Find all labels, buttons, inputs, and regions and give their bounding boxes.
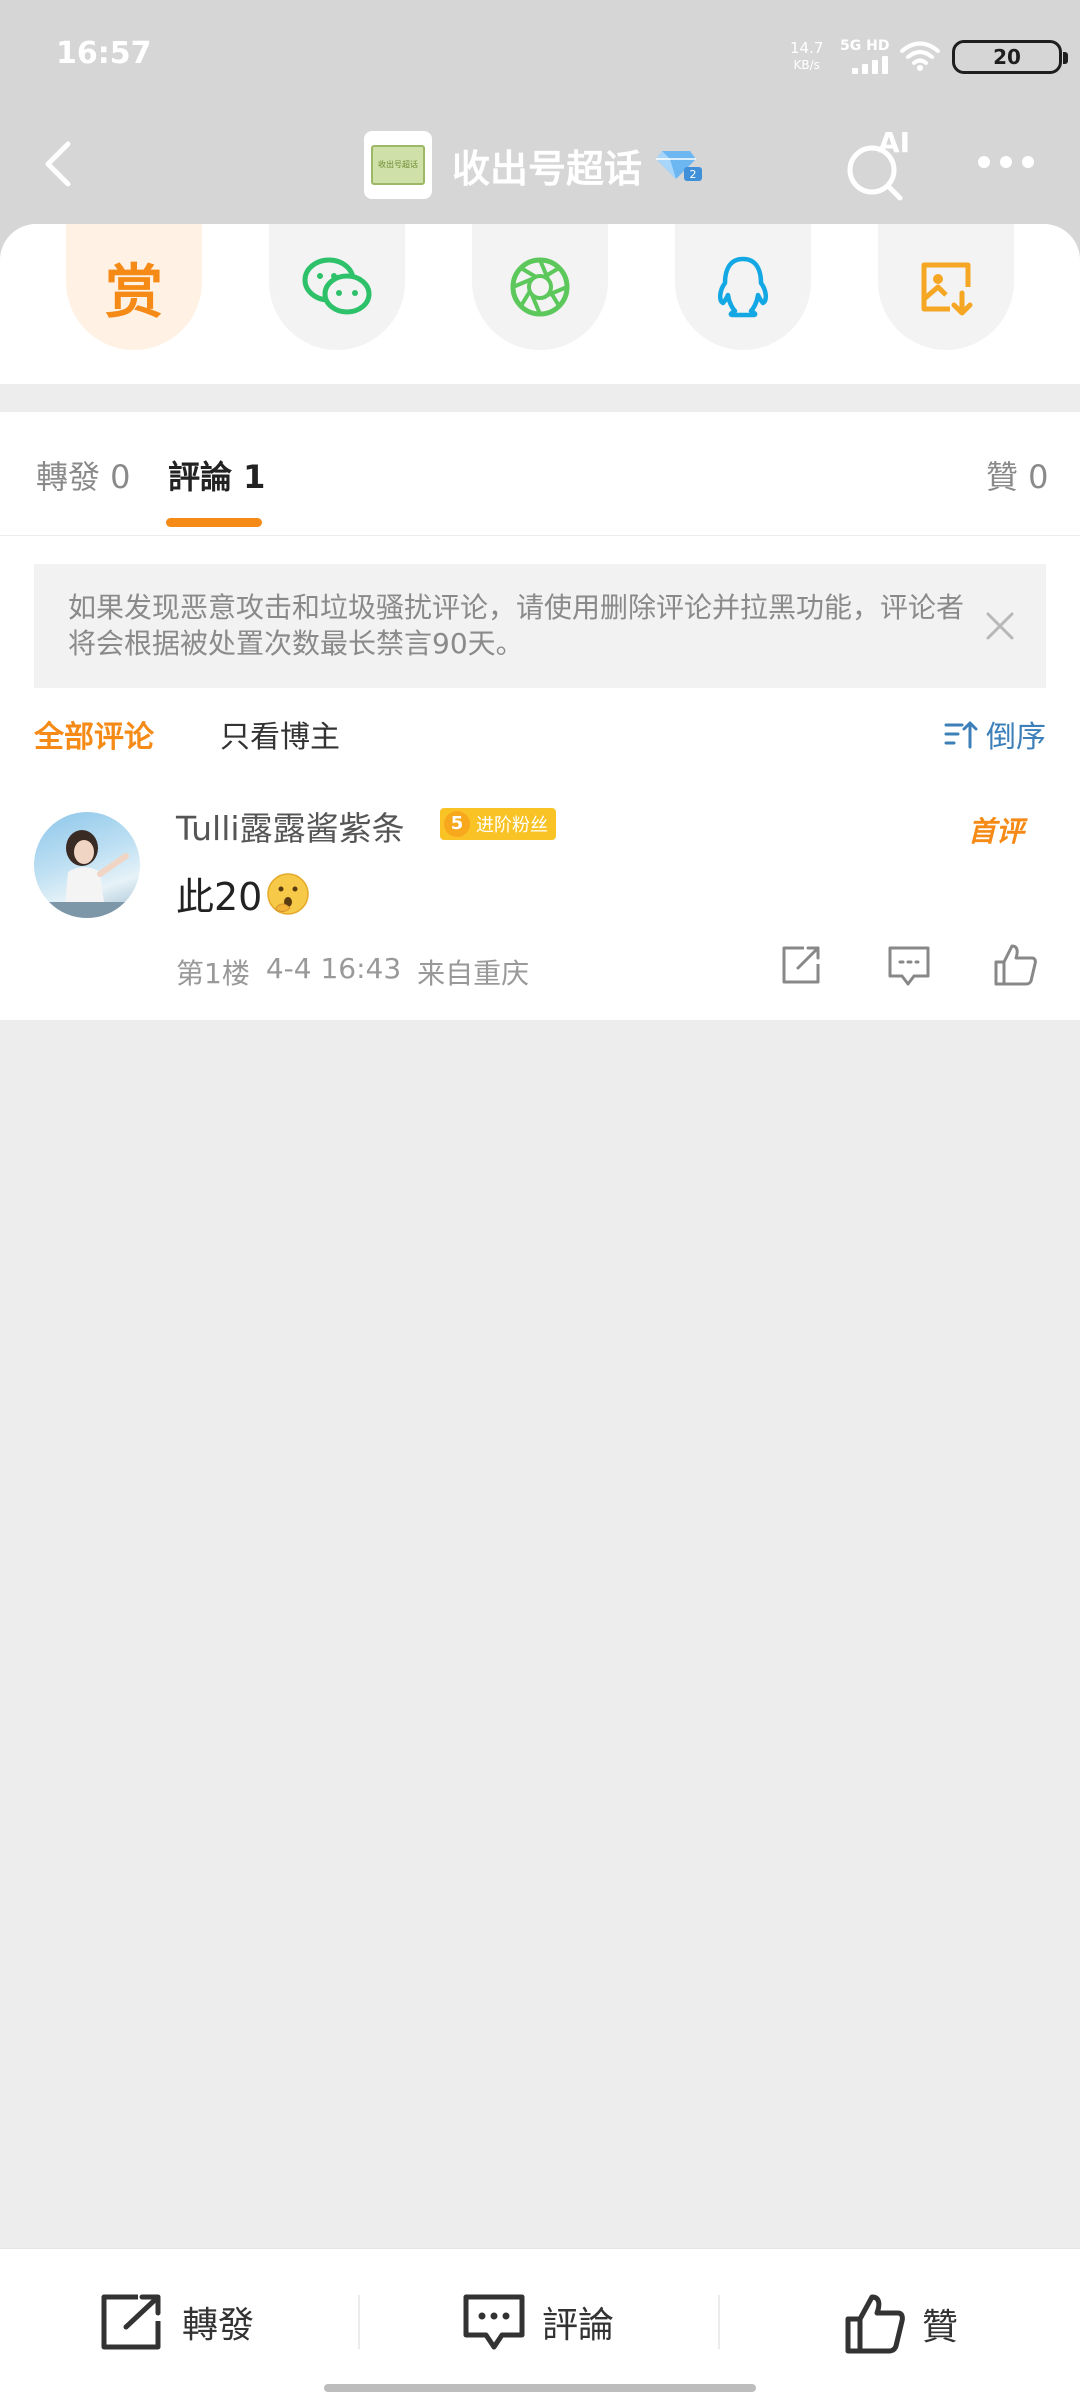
network-speed-value: 14.7 <box>790 39 824 57</box>
status-time: 16:57 <box>56 36 152 71</box>
svg-text:2: 2 <box>690 168 697 181</box>
status-bar: 16:57 14.7 KB/s 5G HD 20 <box>0 0 1080 110</box>
network-speed-unit: KB/s <box>793 58 820 72</box>
tab-active-indicator <box>166 518 262 527</box>
signal-label: 5G HD <box>840 38 890 54</box>
comment-item[interactable]: Tulli露露酱紫条 5 进阶粉丝 首评 此20 第1楼 4-4 16:43 来… <box>0 790 1080 1020</box>
avatar-photo <box>34 830 140 918</box>
qq-icon <box>718 256 768 318</box>
share-icon[interactable] <box>778 942 824 988</box>
diamond-badge-icon: 2 <box>656 151 703 181</box>
save-image-icon <box>921 262 973 316</box>
comment-body: 此20 <box>176 866 310 921</box>
comment-meta: 第1楼 4-4 16:43 来自重庆 <box>176 952 529 992</box>
section-divider <box>0 384 1080 412</box>
fan-level: 5 <box>444 811 470 837</box>
nav-bar: 收出号超话 收出号超话 2 AI <box>0 110 1080 220</box>
like-icon[interactable] <box>992 942 1038 988</box>
share-sheet: 赏 <box>0 224 1080 384</box>
repost-button[interactable]: 轉發 <box>100 2293 254 2351</box>
comment-time: 4-4 16:43 <box>265 952 402 985</box>
avatar[interactable] <box>34 812 140 918</box>
comment-floor: 第1楼 <box>176 957 250 990</box>
sort-icon <box>944 721 978 749</box>
bottom-action-bar: 轉發 評論 贊 <box>0 2248 1080 2400</box>
topic-logo: 收出号超话 <box>364 131 432 199</box>
tab-likes[interactable]: 贊 0 <box>986 452 1049 498</box>
reply-icon[interactable] <box>886 942 932 988</box>
repost-label: 轉發 <box>182 2305 255 2346</box>
repost-icon <box>101 2294 161 2350</box>
wifi-icon <box>900 41 940 71</box>
thinking-face-icon <box>267 872 310 915</box>
detail-tabs: 轉發 0 評論 1 贊 0 <box>0 412 1080 536</box>
reward-button[interactable]: 赏 <box>66 224 202 350</box>
signal-icon <box>852 56 888 74</box>
filter-all-comments[interactable]: 全部评论 <box>34 712 154 756</box>
like-label: 贊 <box>922 2307 959 2348</box>
battery-icon: 20 <box>952 40 1068 74</box>
ai-label: AI <box>878 126 911 159</box>
save-image-button[interactable] <box>878 224 1014 350</box>
first-comment-badge: 首评 <box>968 815 1025 848</box>
notice-text: 如果发现恶意攻击和垃圾骚扰评论，请使用删除评论并拉黑功能，评论者将会根据被处置次… <box>68 591 965 660</box>
moments-icon <box>510 257 570 317</box>
comment-location: 来自重庆 <box>417 957 530 990</box>
share-wechat-button[interactable] <box>269 224 405 350</box>
wechat-icon <box>302 257 372 315</box>
comment-button[interactable]: 評論 <box>462 2293 614 2351</box>
close-icon[interactable] <box>984 610 1016 642</box>
comment-filter-row: 全部评论 只看博主 倒序 <box>0 706 1080 762</box>
back-button[interactable] <box>30 134 90 194</box>
topic-logo-text: 收出号超话 <box>371 145 425 185</box>
divider <box>718 2295 720 2349</box>
thumbs-up-icon <box>845 2294 905 2354</box>
ai-search-button[interactable]: AI <box>842 126 916 202</box>
sort-label: 倒序 <box>986 720 1046 755</box>
share-moments-button[interactable] <box>472 224 608 350</box>
comment-username[interactable]: Tulli露露酱紫条 <box>176 802 405 850</box>
comment-text: 此20 <box>176 875 263 919</box>
battery-level: 20 <box>993 45 1021 69</box>
sort-button[interactable]: 倒序 <box>944 712 1046 756</box>
like-button[interactable]: 贊 <box>844 2293 958 2355</box>
reward-icon: 赏 <box>104 258 163 326</box>
network-speed: 14.7 KB/s <box>790 40 823 74</box>
fan-label: 进阶粉丝 <box>476 815 548 836</box>
filter-blogger-only[interactable]: 只看博主 <box>220 712 340 756</box>
tab-comments[interactable]: 評論 1 <box>168 452 265 498</box>
page-title-text: 收出号超话 <box>452 146 643 191</box>
tab-repost[interactable]: 轉發 0 <box>36 452 131 498</box>
comment-icon <box>463 2294 525 2350</box>
fan-badge: 5 进阶粉丝 <box>440 808 556 840</box>
page-title[interactable]: 收出号超话 收出号超话 2 <box>364 130 704 200</box>
moderation-notice: 如果发现恶意攻击和垃圾骚扰评论，请使用删除评论并拉黑功能，评论者将会根据被处置次… <box>34 564 1046 688</box>
divider <box>358 2295 360 2349</box>
more-options-button[interactable] <box>978 156 1034 168</box>
share-qq-button[interactable] <box>675 224 811 350</box>
home-indicator[interactable] <box>324 2384 756 2392</box>
comment-label: 評論 <box>542 2305 615 2346</box>
